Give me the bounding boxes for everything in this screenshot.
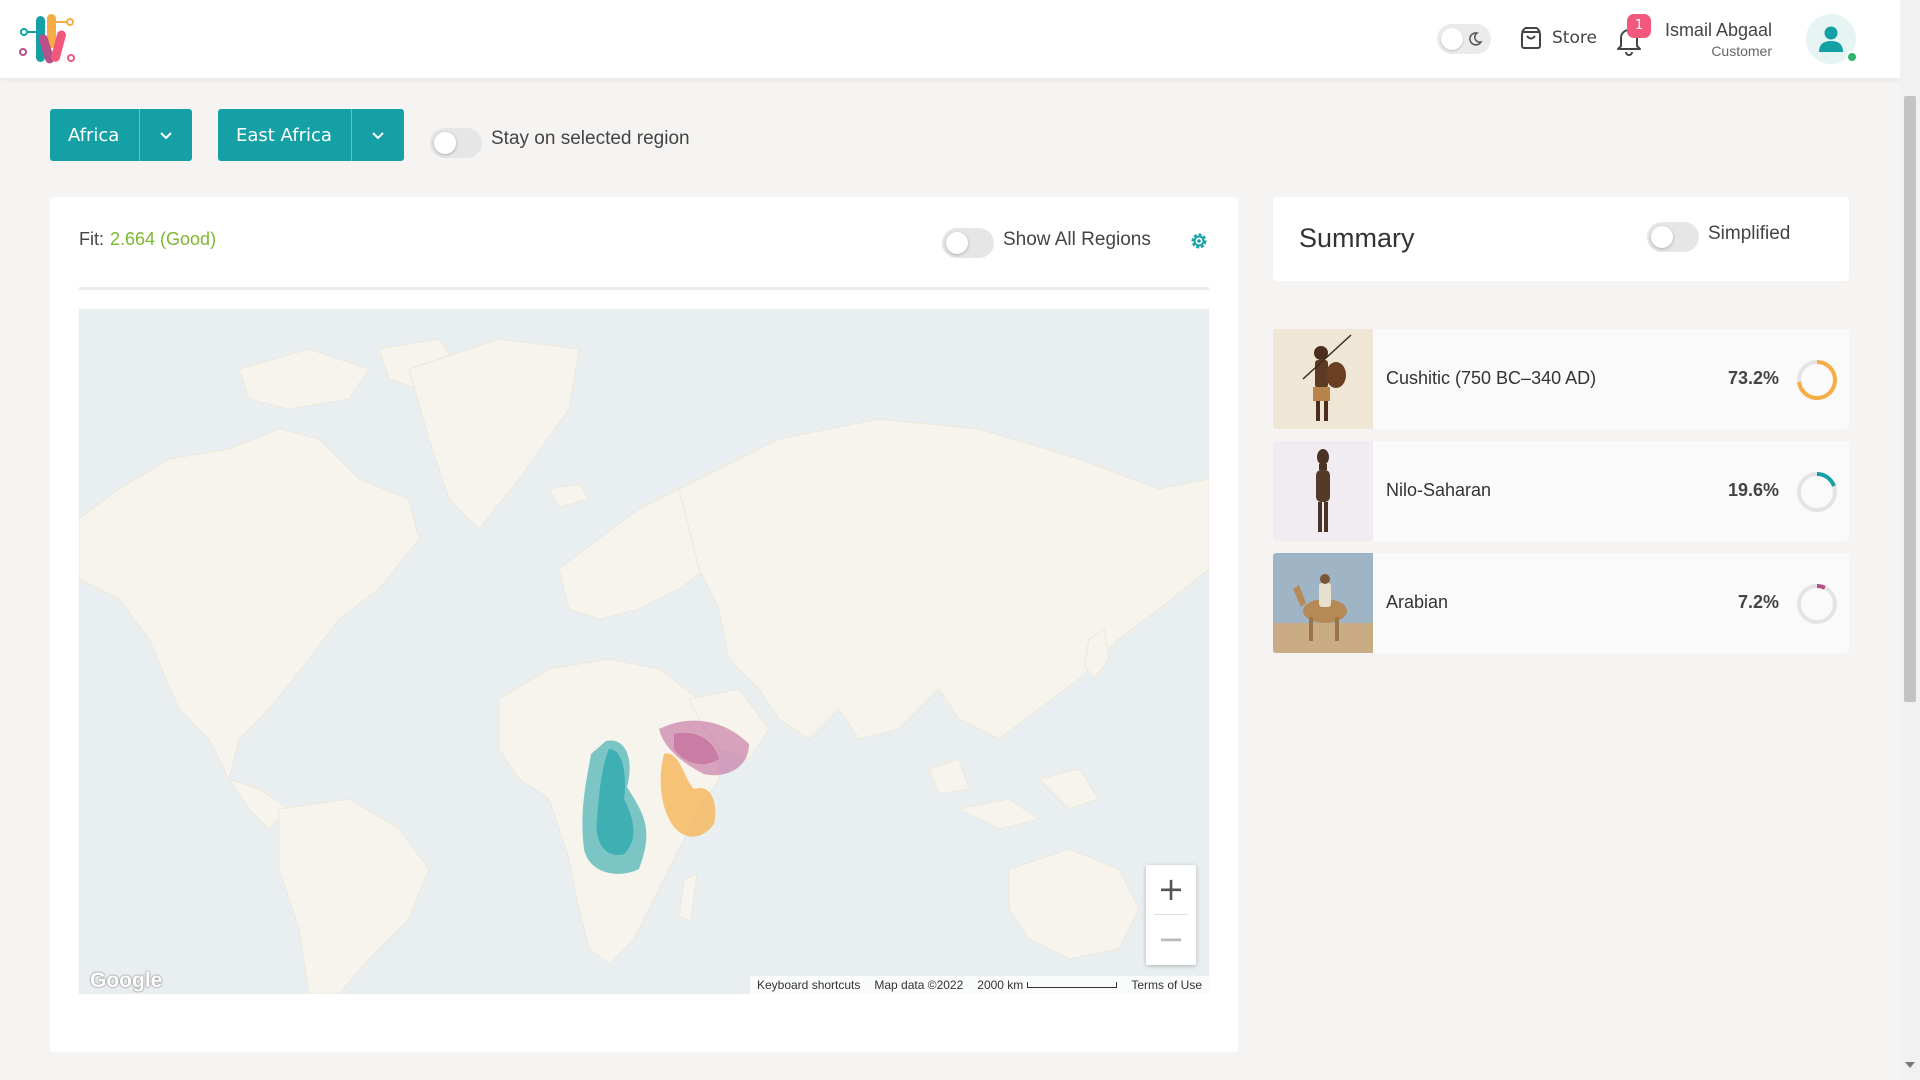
top-header: Store 1 Ismail Abgaal Customer: [0, 0, 1900, 78]
map-card: Fit: 2.664 (Good) Show All Regions + − G…: [50, 197, 1238, 1052]
scale-bar: [1027, 982, 1118, 988]
map-data-text: Map data ©2022: [874, 978, 964, 992]
population-row-nilo-saharan[interactable]: Nilo-Saharan 19.6%: [1273, 441, 1849, 541]
fit-score: Fit: 2.664 (Good): [79, 229, 216, 250]
zoom-control: + −: [1146, 865, 1196, 965]
chevron-down-icon: [352, 109, 404, 161]
donut-ring: [1797, 472, 1837, 512]
population-row-cushitic[interactable]: Cushitic (750 BC–340 AD) 73.2%: [1273, 329, 1849, 429]
user-icon: [1819, 26, 1843, 52]
dark-mode-toggle[interactable]: [1437, 24, 1491, 54]
switch-knob: [434, 132, 456, 154]
arabian-camel-image: [1273, 553, 1373, 653]
region-select[interactable]: East Africa: [218, 109, 404, 161]
terms-link[interactable]: Terms of Use: [1131, 978, 1202, 992]
fit-label: Fit:: [79, 229, 104, 249]
map-scale[interactable]: 2000 km: [977, 978, 1118, 992]
map-attribution: Keyboard shortcuts Map data ©2022 2000 k…: [749, 976, 1209, 994]
moon-icon: [1469, 32, 1483, 46]
stay-on-region-label: Stay on selected region: [491, 128, 690, 149]
population-percent: 7.2%: [1737, 592, 1779, 612]
scroll-down-arrow-icon[interactable]: [1905, 1062, 1915, 1068]
shopping-bag-icon: [1521, 27, 1541, 49]
header-divider: [79, 287, 1209, 290]
show-all-regions-label: Show All Regions: [1003, 229, 1151, 250]
online-status-dot: [1846, 51, 1858, 63]
app-logo[interactable]: [18, 10, 76, 68]
store-link[interactable]: Store: [1518, 25, 1597, 51]
summary-card: Summary Simplified: [1273, 197, 1849, 281]
toggle-knob: [1441, 28, 1463, 50]
switch-knob: [946, 232, 968, 254]
continent-select-label: Africa: [68, 124, 120, 146]
simplified-switch[interactable]: [1647, 222, 1699, 252]
population-name: Cushitic (750 BC–340 AD): [1386, 368, 1597, 388]
notification-badge: 1: [1627, 14, 1651, 38]
store-label: Store: [1552, 28, 1597, 48]
keyboard-shortcuts-link[interactable]: Keyboard shortcuts: [757, 978, 860, 992]
continent-select[interactable]: Africa: [50, 109, 192, 161]
donut-ring: [1797, 360, 1837, 400]
donut-ring: [1797, 584, 1837, 624]
scrollbar-thumb[interactable]: [1904, 96, 1916, 702]
simplified-label: Simplified: [1708, 223, 1791, 244]
population-name: Arabian: [1386, 592, 1449, 612]
world-map[interactable]: + − Google Keyboard shortcuts Map data ©…: [79, 309, 1209, 994]
switch-knob: [1651, 226, 1673, 248]
cushitic-figure-image: [1273, 329, 1373, 429]
nilo-saharan-statue-image: [1273, 441, 1373, 541]
population-percent: 73.2%: [1727, 368, 1779, 388]
page-scrollbar[interactable]: [1900, 0, 1920, 1080]
gear-icon[interactable]: [1188, 230, 1210, 252]
user-role: Customer: [1711, 43, 1772, 59]
google-logo[interactable]: Google: [90, 969, 162, 993]
world-map-canvas: [79, 338, 1209, 994]
show-all-regions-switch[interactable]: [942, 228, 994, 258]
avatar[interactable]: [1806, 14, 1858, 64]
chevron-down-icon: [140, 109, 192, 161]
zoom-in-button[interactable]: +: [1146, 865, 1196, 915]
population-row-arabian[interactable]: Arabian 7.2%: [1273, 553, 1849, 653]
stay-on-region-switch[interactable]: [430, 128, 482, 158]
zoom-out-button[interactable]: −: [1146, 915, 1196, 965]
population-percent: 19.6%: [1727, 480, 1779, 500]
summary-title: Summary: [1299, 223, 1415, 253]
scale-label: 2000 km: [977, 978, 1024, 992]
user-name[interactable]: Ismail Abgaal: [1665, 20, 1772, 41]
population-name: Nilo-Saharan: [1386, 480, 1492, 500]
fit-value: 2.664 (Good): [110, 229, 217, 249]
region-select-label: East Africa: [236, 124, 332, 146]
